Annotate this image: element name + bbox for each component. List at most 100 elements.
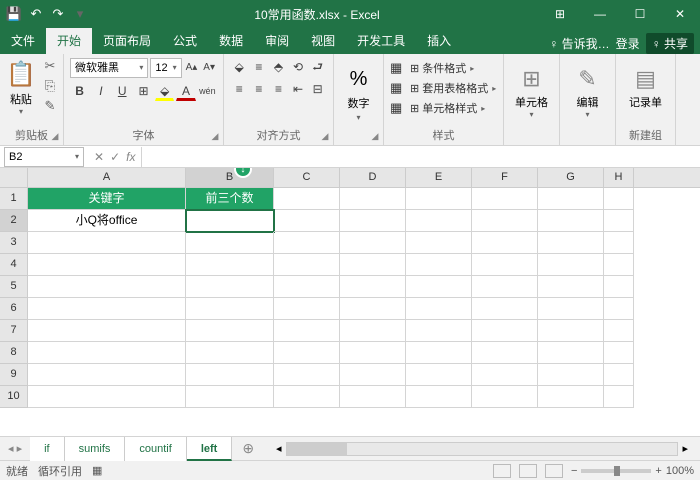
close-button[interactable]: ✕ xyxy=(660,0,700,28)
login-button[interactable]: 登录 xyxy=(616,35,640,52)
minimize-button[interactable]: — xyxy=(580,0,620,28)
cell-g3[interactable] xyxy=(538,232,604,254)
row-header-2[interactable]: 2 xyxy=(0,210,28,232)
view-layout-icon[interactable] xyxy=(519,464,537,478)
cell-e9[interactable] xyxy=(406,364,472,386)
cell-d10[interactable] xyxy=(340,386,406,408)
cell-g6[interactable] xyxy=(538,298,604,320)
save-icon[interactable]: 💾 xyxy=(4,3,24,25)
cell-b7[interactable] xyxy=(186,320,274,342)
cell-b1[interactable]: 前三个数 xyxy=(186,188,274,210)
underline-button[interactable]: U xyxy=(113,81,132,101)
cell-c3[interactable] xyxy=(274,232,340,254)
align-top-icon[interactable]: ⬙ xyxy=(230,58,249,78)
font-name-combo[interactable]: 微软雅黑▾ xyxy=(70,58,148,78)
cell-f1[interactable] xyxy=(472,188,538,210)
tab-review[interactable]: 审阅 xyxy=(254,28,300,54)
pinyin-icon[interactable]: wén xyxy=(198,81,217,101)
cut-icon[interactable]: ✂ xyxy=(40,58,60,76)
cell-g10[interactable] xyxy=(538,386,604,408)
zoom-in-icon[interactable]: + xyxy=(655,465,661,477)
border-icon[interactable]: ⊞ xyxy=(134,81,153,101)
col-header-f[interactable]: F xyxy=(472,168,538,187)
row-header-8[interactable]: 8 xyxy=(0,342,28,364)
cell-h10[interactable] xyxy=(604,386,634,408)
wrap-text-icon[interactable]: ⮐ xyxy=(308,58,327,78)
cell-a9[interactable] xyxy=(28,364,186,386)
horizontal-scrollbar[interactable]: ◂ ▸ xyxy=(264,442,700,456)
new-sheet-icon[interactable]: ⊕ xyxy=(232,440,264,457)
qat-more-icon[interactable]: ▾ xyxy=(70,3,90,25)
sheet-tab-countif[interactable]: countif xyxy=(125,437,186,461)
edit-icon[interactable]: ✎ xyxy=(566,66,609,92)
indent-decrease-icon[interactable]: ⇤ xyxy=(289,80,308,100)
cell-d3[interactable] xyxy=(340,232,406,254)
scroll-right-icon[interactable]: ▸ xyxy=(678,442,692,455)
grow-font-icon[interactable]: A▴ xyxy=(184,58,200,78)
row-header-5[interactable]: 5 xyxy=(0,276,28,298)
col-header-h[interactable]: H xyxy=(604,168,634,187)
cell-b6[interactable] xyxy=(186,298,274,320)
cell-f2[interactable] xyxy=(472,210,538,232)
cell-h8[interactable] xyxy=(604,342,634,364)
bold-button[interactable]: B xyxy=(70,81,89,101)
cell-a8[interactable] xyxy=(28,342,186,364)
row-header-6[interactable]: 6 xyxy=(0,298,28,320)
cell-b2[interactable] xyxy=(186,210,274,232)
cell-e7[interactable] xyxy=(406,320,472,342)
cell-styles-button[interactable]: ▦⊞ 单元格样式▸ xyxy=(390,98,497,118)
cell-f8[interactable] xyxy=(472,342,538,364)
tab-view[interactable]: 视图 xyxy=(300,28,346,54)
format-table-button[interactable]: ▦⊞ 套用表格格式▸ xyxy=(390,78,497,98)
cell-g2[interactable] xyxy=(538,210,604,232)
zoom-value[interactable]: 100% xyxy=(666,465,694,477)
align-left-icon[interactable]: ≡ xyxy=(230,80,249,100)
copy-icon[interactable]: ⎘ xyxy=(40,78,60,96)
col-header-g[interactable]: G xyxy=(538,168,604,187)
clipboard-launcher-icon[interactable]: ◢ xyxy=(49,131,61,143)
cell-e10[interactable] xyxy=(406,386,472,408)
align-middle-icon[interactable]: ≡ xyxy=(250,58,269,78)
cell-f4[interactable] xyxy=(472,254,538,276)
cell-a2[interactable]: 小Q将office xyxy=(28,210,186,232)
cell-h1[interactable] xyxy=(604,188,634,210)
cell-b8[interactable] xyxy=(186,342,274,364)
cell-e2[interactable] xyxy=(406,210,472,232)
cell-a5[interactable] xyxy=(28,276,186,298)
cancel-icon[interactable]: ✕ xyxy=(94,150,104,164)
cell-f5[interactable] xyxy=(472,276,538,298)
zoom-out-icon[interactable]: − xyxy=(571,465,577,477)
zoom-slider[interactable] xyxy=(581,469,651,473)
cell-f3[interactable] xyxy=(472,232,538,254)
cell-a1[interactable]: 关键字 xyxy=(28,188,186,210)
cell-e1[interactable] xyxy=(406,188,472,210)
undo-icon[interactable]: ↶ xyxy=(26,3,46,25)
cell-d2[interactable] xyxy=(340,210,406,232)
number-launcher-icon[interactable]: ◢ xyxy=(369,131,381,143)
row-header-9[interactable]: 9 xyxy=(0,364,28,386)
name-box[interactable]: B2▾ xyxy=(4,147,84,167)
paste-button[interactable]: 📋 粘贴 ▾ xyxy=(6,58,36,124)
enter-icon[interactable]: ✓ xyxy=(110,150,120,164)
cell-f6[interactable] xyxy=(472,298,538,320)
cell-h9[interactable] xyxy=(604,364,634,386)
cell-e4[interactable] xyxy=(406,254,472,276)
cell-d8[interactable] xyxy=(340,342,406,364)
cell-h2[interactable] xyxy=(604,210,634,232)
select-all-corner[interactable] xyxy=(0,168,28,187)
tab-insert[interactable]: 插入 xyxy=(416,28,462,54)
maximize-button[interactable]: ☐ xyxy=(620,0,660,28)
merge-icon[interactable]: ⊟ xyxy=(308,80,327,100)
cell-c8[interactable] xyxy=(274,342,340,364)
cell-g4[interactable] xyxy=(538,254,604,276)
fill-color-icon[interactable]: ⬙ xyxy=(155,81,174,101)
tell-me[interactable]: ♀ 告诉我… xyxy=(549,35,609,52)
cell-c6[interactable] xyxy=(274,298,340,320)
cell-g1[interactable] xyxy=(538,188,604,210)
cell-h7[interactable] xyxy=(604,320,634,342)
cell-c2[interactable] xyxy=(274,210,340,232)
row-header-3[interactable]: 3 xyxy=(0,232,28,254)
cell-a4[interactable] xyxy=(28,254,186,276)
view-pagebreak-icon[interactable] xyxy=(545,464,563,478)
cell-f7[interactable] xyxy=(472,320,538,342)
